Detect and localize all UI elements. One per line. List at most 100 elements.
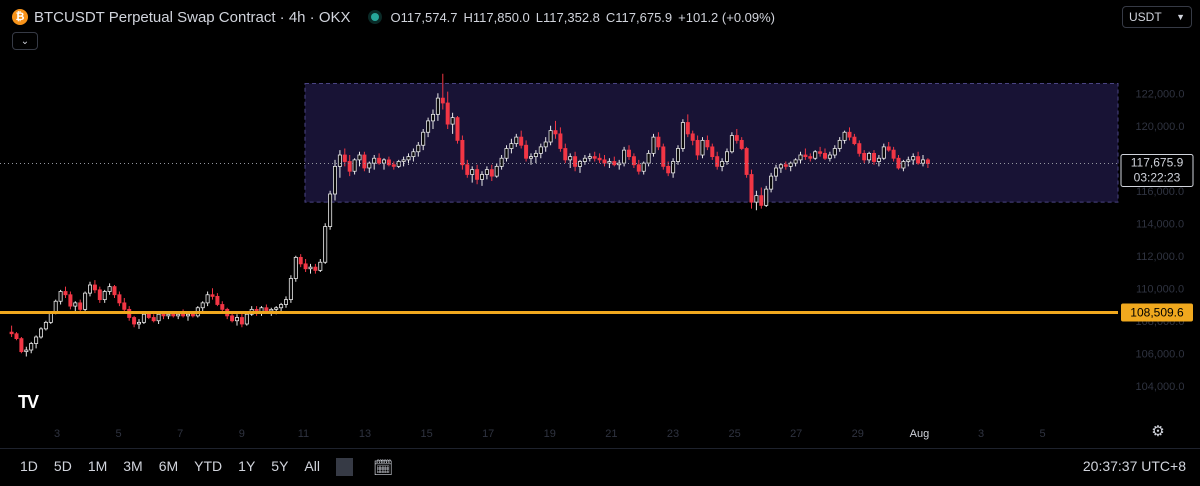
candle-body-up — [34, 336, 39, 344]
candle-body-down — [362, 154, 367, 169]
candle-body-down — [347, 161, 352, 172]
candle-body-up — [911, 156, 916, 161]
candle-body-up — [421, 131, 426, 146]
candle-body-up — [83, 292, 88, 310]
candle — [141, 312, 146, 324]
candle-body-up — [651, 136, 656, 154]
candle-body-up — [416, 144, 421, 153]
candle — [460, 135, 465, 170]
x-tick-label: 3 — [54, 428, 60, 440]
candle — [244, 312, 249, 326]
candle-body-down — [857, 143, 862, 154]
candle-body-up — [323, 226, 328, 263]
candle-body-down — [759, 195, 764, 206]
candle-body-down — [891, 149, 896, 159]
range-5y-button[interactable]: 5Y — [263, 458, 296, 476]
range-3m-button[interactable]: 3M — [115, 458, 150, 476]
candle-body-up — [538, 146, 543, 154]
x-tick-label: 19 — [544, 428, 556, 440]
candle-body-down — [563, 148, 568, 161]
candle-body-up — [48, 312, 53, 323]
candle-body-up — [430, 113, 435, 122]
candle-body-down — [715, 156, 720, 167]
candle-body-down — [215, 295, 220, 305]
x-tick-label: 3 — [978, 428, 984, 440]
market-status-icon[interactable] — [370, 13, 379, 21]
candle-body-up — [279, 304, 284, 309]
candle-body-down — [852, 136, 857, 145]
candle-body-down — [519, 136, 524, 146]
candle-body-down — [886, 146, 891, 151]
range-1d-button[interactable]: 1D — [12, 458, 46, 476]
currency-select[interactable]: USDT ▼ — [1122, 6, 1192, 28]
candle-body-up — [867, 152, 872, 161]
candle-body-up — [29, 343, 34, 351]
candle-body-down — [465, 164, 470, 175]
candle — [700, 137, 705, 159]
candle-body-down — [210, 294, 215, 297]
high-label: H — [463, 9, 473, 25]
candle — [43, 320, 48, 331]
candle-body-up — [676, 148, 681, 162]
candle-body-up — [166, 313, 171, 317]
candle-body-up — [470, 169, 475, 175]
candle-body-up — [813, 151, 818, 159]
candle-body-down — [925, 159, 930, 164]
candle — [293, 255, 298, 282]
y-tick-label: 104,000.0 — [1136, 381, 1185, 393]
candle-body-up — [680, 122, 685, 149]
candle-body-up — [450, 117, 455, 125]
gear-icon[interactable]: ⚙ — [1150, 424, 1166, 440]
candle-body-up — [587, 156, 592, 159]
candle-body-up — [102, 291, 107, 301]
x-tick-label: 15 — [420, 428, 432, 440]
candle — [661, 143, 666, 170]
collapse-legend-button[interactable]: ⌄ — [12, 32, 38, 50]
candle-body-up — [921, 159, 926, 164]
candle — [39, 327, 44, 339]
range-5d-button[interactable]: 5D — [46, 458, 80, 476]
tradingview-logo[interactable]: TV — [18, 392, 39, 413]
candle-body-up — [352, 159, 357, 172]
candle-body-up — [43, 321, 48, 330]
candle-body-up — [288, 278, 293, 301]
calendar-range-icon[interactable]: 🗓 — [365, 458, 401, 477]
candle-body-up — [533, 152, 538, 158]
candle-body-down — [862, 152, 867, 161]
candle-body-up — [622, 149, 627, 164]
candle-body-down — [112, 286, 117, 296]
symbol-title[interactable]: BTCUSDT Perpetual Swap Contract · 4h · O… — [34, 9, 351, 26]
candle-body-down — [847, 131, 852, 138]
candle-body-down — [524, 144, 529, 159]
candle — [729, 132, 734, 154]
range-6m-button[interactable]: 6M — [151, 458, 186, 476]
clock-display[interactable]: 20:37:37 UTC+8 — [1083, 458, 1186, 474]
candle-body-down — [239, 317, 244, 325]
candle-body-down — [597, 157, 602, 161]
candle-body-down — [161, 313, 166, 317]
candle-body-down — [627, 149, 632, 158]
price-chart[interactable]: 104,000.0106,000.0108,000.0110,000.0112,… — [0, 0, 1200, 486]
x-tick-label: 7 — [177, 428, 183, 440]
candle-body-up — [842, 131, 847, 141]
close-label: C — [605, 9, 616, 25]
bar-countdown-label: 03:22:23 — [1134, 171, 1181, 185]
x-tick-label: Aug — [910, 428, 930, 440]
btc-coin-icon: ₿ — [12, 9, 28, 25]
candle-body-down — [117, 294, 122, 304]
range-all-button[interactable]: All — [296, 458, 328, 476]
chevron-down-icon: ▼ — [1176, 12, 1185, 22]
low-value: 117,352.8 — [543, 9, 600, 25]
candle-body-down — [612, 161, 617, 166]
candle-body-up — [725, 151, 730, 162]
candle — [83, 291, 88, 311]
range-1y-button[interactable]: 1Y — [230, 458, 263, 476]
candle-body-down — [896, 157, 901, 169]
y-tick-label: 122,000.0 — [1136, 88, 1185, 100]
candle — [813, 150, 818, 160]
range-1m-button[interactable]: 1M — [80, 458, 115, 476]
candle — [362, 151, 367, 172]
range-ytd-button[interactable]: YTD — [186, 458, 230, 476]
candle-body-down — [14, 333, 19, 340]
x-tick-label: 11 — [298, 428, 309, 440]
